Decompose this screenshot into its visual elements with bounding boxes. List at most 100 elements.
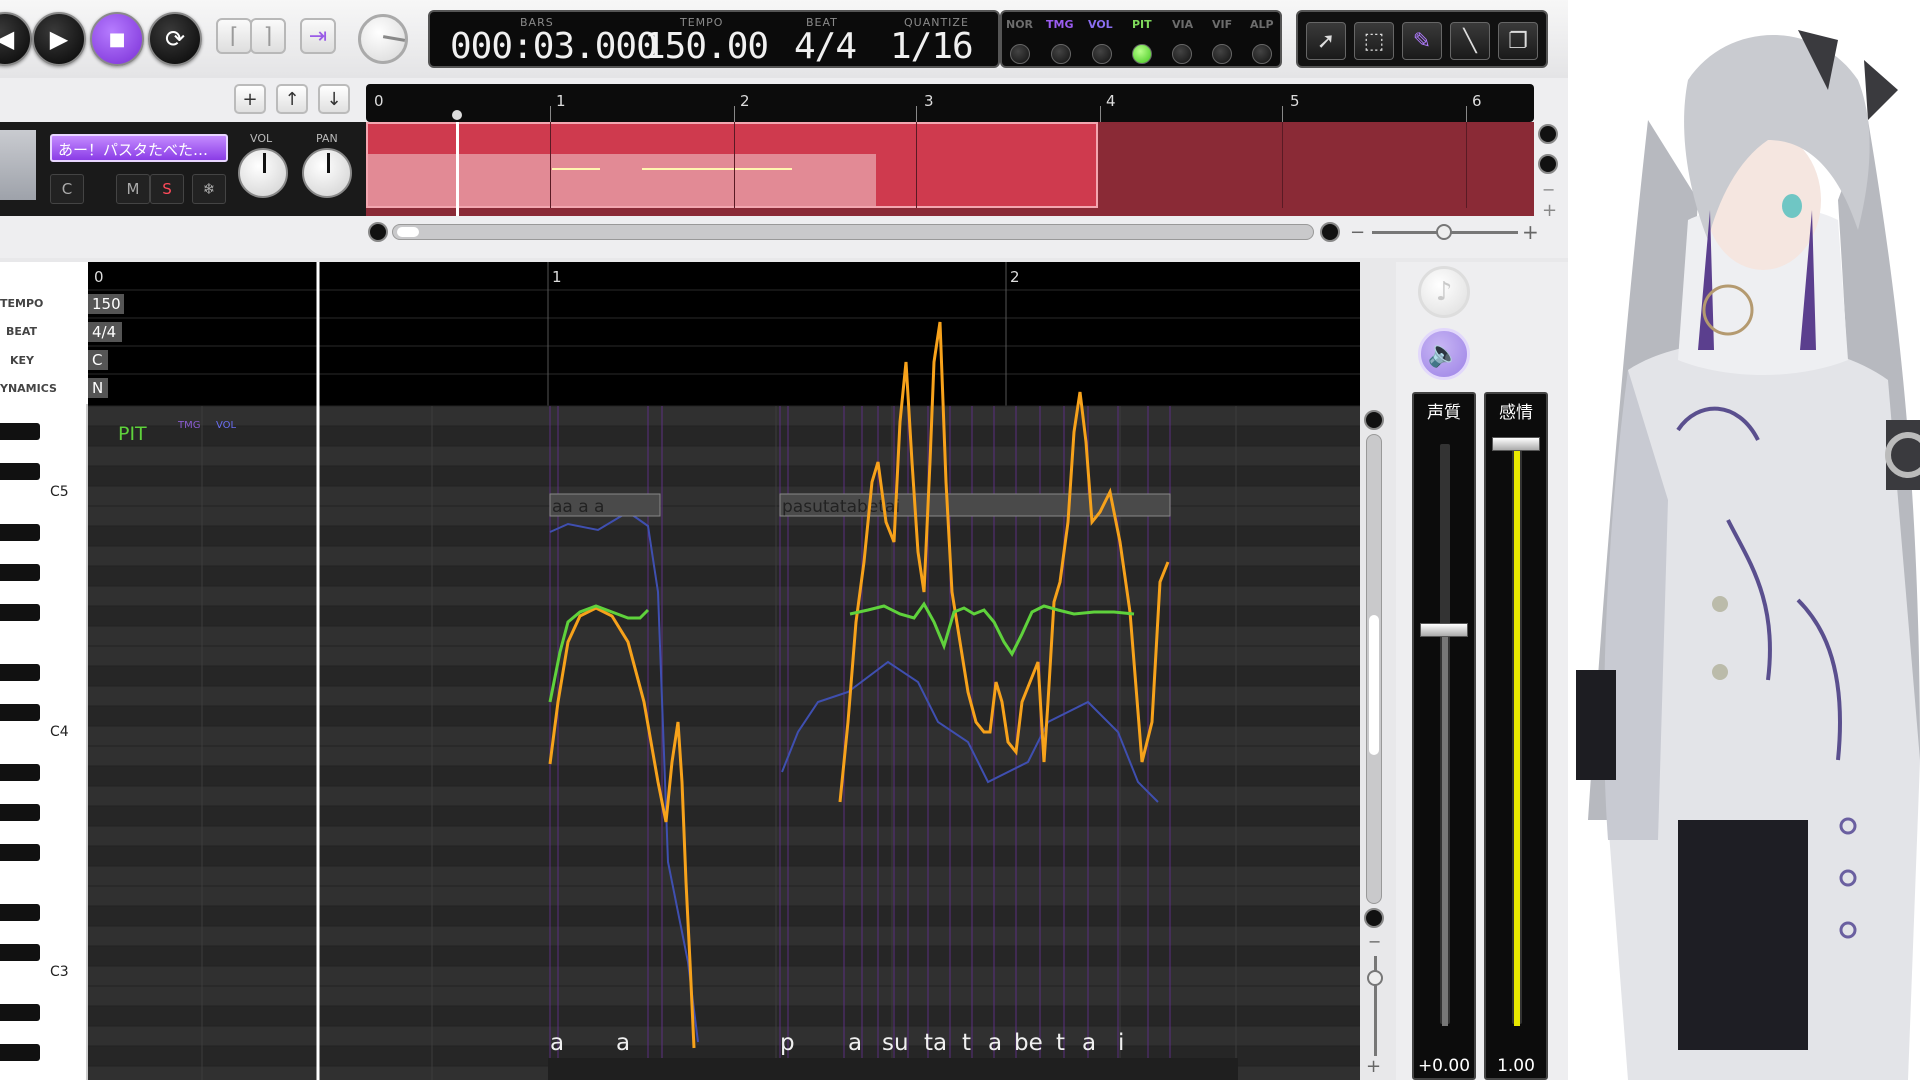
voice-quality-thumb[interactable] (1420, 622, 1468, 637)
zoom-plus-icon[interactable]: + (1522, 220, 1539, 244)
pan-knob[interactable] (302, 148, 352, 198)
lyric-2[interactable]: a (616, 1030, 630, 1056)
lyric-7[interactable]: t (962, 1030, 971, 1056)
lyric-6[interactable]: ta (924, 1030, 947, 1056)
lyric-8[interactable]: a (988, 1030, 1002, 1056)
piano-black-key[interactable] (0, 844, 40, 861)
tmg-mode-label[interactable]: TMG (177, 420, 201, 431)
emotion-thumb[interactable] (1492, 437, 1540, 451)
track-zoom-minus-icon[interactable]: − (1542, 180, 1555, 199)
v-zoom-plus-icon[interactable]: + (1366, 1056, 1381, 1077)
voice-preview-button[interactable]: ♪ (1418, 266, 1470, 318)
lyric-12[interactable]: i (1118, 1030, 1124, 1056)
move-track-down-button[interactable]: ↓ (318, 84, 350, 114)
lyric-1[interactable]: a (550, 1030, 564, 1056)
piano-keyboard[interactable]: C5 C4 C3 (0, 404, 88, 1080)
emotion-fader[interactable]: 感情 1.00 (1484, 392, 1548, 1080)
track-zoom-plus-icon[interactable]: + (1542, 200, 1557, 221)
auto-scroll-button[interactable]: ⇥ (300, 18, 336, 54)
track-c-button[interactable]: C (50, 174, 84, 204)
pit-mode-label[interactable]: PIT (118, 423, 147, 445)
toggle-vol[interactable] (1092, 44, 1112, 64)
voice-quality-value[interactable]: +0.00 (1414, 1056, 1474, 1076)
piano-black-key[interactable] (0, 904, 40, 921)
select-tool[interactable]: ➚ (1306, 22, 1346, 60)
zoom-minus-icon[interactable]: − (1350, 222, 1365, 243)
mute-button[interactable]: M (116, 174, 150, 204)
line-tool[interactable]: ╲ (1450, 22, 1490, 60)
track-scroll-up-button[interactable] (1538, 124, 1558, 144)
tempo-value-box[interactable]: 150 (88, 294, 124, 314)
voice-quality-fader[interactable]: 声質 +0.00 (1412, 392, 1476, 1080)
pitch-editor-canvas[interactable]: 0 1 2 PIT TMG VOL aa a a pasutatabetai (88, 262, 1360, 1080)
h-scroll-left-button[interactable] (368, 222, 388, 242)
h-scrollbar[interactable] (392, 224, 1314, 240)
toggle-pit[interactable] (1132, 44, 1152, 64)
lyric-11[interactable]: a (1082, 1030, 1096, 1056)
bars-value[interactable]: 000:03.000 (450, 26, 658, 67)
eraser-tool[interactable]: ❐ (1498, 22, 1538, 60)
range-select-tool[interactable]: ⬚ (1354, 22, 1394, 60)
piano-black-key[interactable] (0, 804, 40, 821)
lyric-5[interactable]: su (882, 1030, 909, 1056)
piano-black-key[interactable] (0, 944, 40, 961)
freeze-button[interactable]: ❄ (192, 174, 226, 204)
h-scroll-right-button[interactable] (1320, 222, 1340, 242)
piano-black-key[interactable] (0, 1044, 40, 1061)
lyric-3[interactable]: p (780, 1030, 795, 1056)
track-avatar[interactable] (0, 130, 36, 200)
toggle-alp[interactable] (1252, 44, 1272, 64)
move-track-up-button[interactable]: ↑ (276, 84, 308, 114)
emotion-value[interactable]: 1.00 (1486, 1056, 1546, 1076)
play-button[interactable]: ▶ (32, 12, 86, 66)
v-zoom-thumb[interactable] (1367, 970, 1383, 986)
beat-value-box[interactable]: 4/4 (88, 322, 122, 342)
piano-black-key[interactable] (0, 564, 40, 581)
v-scroll-thumb[interactable] (1369, 615, 1379, 755)
song-playhead-marker[interactable] (452, 110, 462, 120)
v-zoom-slider[interactable] (1367, 956, 1383, 1056)
quantize-value[interactable]: 1/16 (890, 26, 974, 67)
lyric-10[interactable]: t (1056, 1030, 1065, 1056)
metronome-knob[interactable] (358, 14, 408, 64)
toggle-via[interactable] (1172, 44, 1192, 64)
loop-start-button[interactable]: ⌈ (216, 18, 252, 54)
piano-black-key[interactable] (0, 1004, 40, 1021)
toggle-vif[interactable] (1212, 44, 1232, 64)
piano-black-key[interactable] (0, 463, 40, 480)
v-zoom-minus-icon[interactable]: − (1368, 932, 1381, 951)
toggle-nor[interactable] (1010, 44, 1030, 64)
track-name-field[interactable]: あー！パスタたべた… (50, 134, 228, 162)
piano-black-key[interactable] (0, 704, 40, 721)
song-timeline-ruler[interactable]: 0 1 2 3 4 5 6 (366, 84, 1534, 122)
h-zoom-thumb[interactable] (1436, 224, 1452, 240)
loop-button[interactable]: ⟳ (148, 12, 202, 66)
piano-black-key[interactable] (0, 764, 40, 781)
pen-tool[interactable]: ✎ (1402, 22, 1442, 60)
v-scroll-down-button[interactable] (1364, 908, 1384, 928)
vol-mode-label[interactable]: VOL (216, 420, 237, 431)
h-scroll-thumb[interactable] (397, 227, 419, 237)
track-lane[interactable] (366, 122, 1534, 216)
track-scroll-down-button[interactable] (1538, 154, 1558, 174)
lyric-9[interactable]: be (1014, 1030, 1043, 1056)
dynamics-value-box[interactable]: N (88, 378, 108, 398)
toggle-tmg[interactable] (1051, 44, 1071, 64)
loop-end-button[interactable]: ⌉ (250, 18, 286, 54)
piano-black-key[interactable] (0, 664, 40, 681)
tempo-value[interactable]: 150.00 (644, 26, 769, 67)
solo-button[interactable]: S (150, 174, 184, 204)
lyric-4[interactable]: a (848, 1030, 862, 1056)
key-value-box[interactable]: C (88, 350, 108, 370)
stop-button[interactable]: ■ (90, 12, 144, 66)
piano-black-key[interactable] (0, 423, 40, 440)
v-scroll-up-button[interactable] (1364, 410, 1384, 430)
piano-black-key[interactable] (0, 604, 40, 621)
beat-value[interactable]: 4/4 (794, 26, 857, 67)
h-zoom-slider[interactable] (1372, 224, 1518, 240)
piano-black-key[interactable] (0, 524, 40, 541)
volume-knob[interactable] (238, 148, 288, 198)
v-scrollbar[interactable] (1366, 434, 1382, 904)
add-track-button[interactable]: + (234, 84, 266, 114)
speaker-button[interactable]: 🔈 (1418, 328, 1470, 380)
